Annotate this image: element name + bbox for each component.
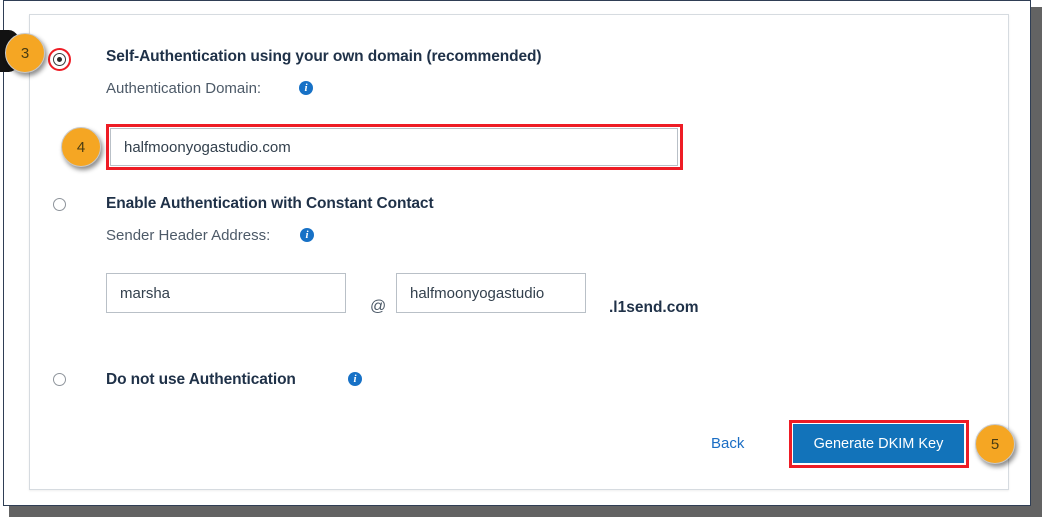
- label-authentication-domain: Authentication Domain:: [106, 80, 262, 97]
- at-separator: @: [370, 298, 387, 315]
- callout-badge-4: 4: [61, 127, 101, 167]
- option-title-constant-contact: Enable Authentication with Constant Cont…: [106, 195, 434, 212]
- frame-shadow-right: [1031, 6, 1042, 512]
- info-icon-no-auth[interactable]: i: [348, 372, 362, 386]
- authentication-domain-input[interactable]: halfmoonyogastudio.com: [110, 128, 678, 166]
- info-icon-sender-header-address[interactable]: i: [300, 228, 314, 242]
- screenshot-root: Self-Authentication using your own domai…: [0, 0, 1049, 525]
- option-title-self-auth: Self-Authentication using your own domai…: [106, 48, 542, 65]
- frame-shadow-bottom: [9, 506, 1042, 517]
- radio-no-auth[interactable]: [53, 373, 66, 386]
- info-icon-authentication-domain[interactable]: i: [299, 81, 313, 95]
- sender-domain-input[interactable]: halfmoonyogastudio: [396, 273, 586, 313]
- radio-constant-contact-auth[interactable]: [53, 198, 66, 211]
- frame-shadow-corner: [1031, 0, 1042, 7]
- label-sender-header-address: Sender Header Address:: [106, 227, 271, 244]
- domain-suffix-label: .l1send.com: [609, 299, 699, 316]
- generate-dkim-key-button[interactable]: Generate DKIM Key: [793, 424, 964, 463]
- option-title-no-auth: Do not use Authentication: [106, 371, 296, 388]
- radio-self-auth[interactable]: [53, 53, 66, 66]
- back-link[interactable]: Back: [711, 435, 744, 452]
- sender-local-part-input[interactable]: marsha: [106, 273, 346, 313]
- callout-badge-3: 3: [5, 33, 45, 73]
- callout-badge-5: 5: [975, 424, 1015, 464]
